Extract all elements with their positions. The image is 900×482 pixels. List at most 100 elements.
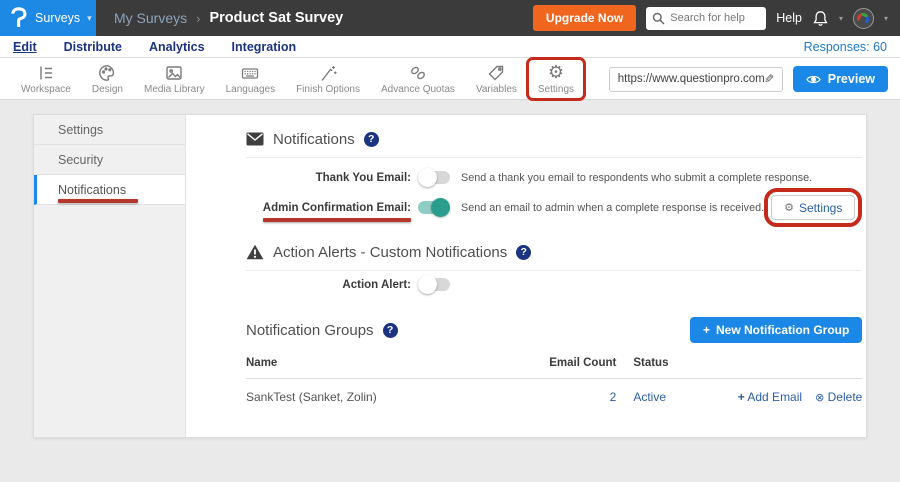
tab-edit[interactable]: Edit [13,40,37,54]
bell-chevron-down-icon[interactable]: ▾ [839,14,843,23]
survey-url-field[interactable]: https://www.questionpro.com/t/. ✎ [609,67,783,92]
responses-count[interactable]: Responses: 60 [804,40,887,54]
notification-groups-title-wrap: Notification Groups ? [246,322,398,339]
chevron-down-icon: ▾ [87,13,92,24]
plus-icon: + [738,390,745,404]
thank-you-email-row: Thank You Email: Send a thank you email … [246,171,862,184]
settings-sidebar: Settings Security Notifications [34,115,186,437]
action-alert-row: Action Alert: [246,278,862,291]
toolbar-item-settings[interactable]: ⚙ Settings [531,62,581,96]
notifications-content: Notifications ? Thank You Email: Send a … [186,115,896,437]
section-title: Notification Groups [246,322,374,339]
eye-icon [806,74,821,85]
help-link[interactable]: Help [776,11,802,25]
delete-link[interactable]: ⊗ Delete [815,390,862,404]
upgrade-now-button[interactable]: Upgrade Now [533,5,636,31]
sidebar-item-settings[interactable]: Settings [34,115,185,145]
search-icon [652,12,665,25]
settings-card: Settings Security Notifications Notifica… [33,114,867,438]
top-header: Surveys ▾ My Surveys › Product Sat Surve… [0,0,900,36]
tab-distribute[interactable]: Distribute [64,40,122,54]
workspace-icon [36,63,56,83]
surveys-menu[interactable]: Surveys ▾ [0,0,96,36]
toolbar-item-workspace[interactable]: Workspace [14,62,78,96]
settings-button-label: Settings [799,201,842,215]
header-right: Upgrade Now Help ▾ ▾ [533,5,900,31]
toolbar-item-label: Advance Quotas [381,84,455,95]
add-email-link[interactable]: + Add Email [738,390,802,404]
action-alert-toggle[interactable] [418,278,450,291]
admin-confirmation-email-row: Admin Confirmation Email: Send an email … [246,188,862,227]
avatar[interactable] [853,8,874,29]
finish-options-wand-icon [318,63,338,83]
column-header-status: Status [616,357,712,369]
admin-confirmation-email-label: Admin Confirmation Email: [246,202,411,214]
thank-you-email-label: Thank You Email: [246,172,411,184]
toolbar-item-label: Design [92,84,123,95]
toolbar-item-label: Media Library [144,84,205,95]
envelope-icon [246,132,264,146]
notification-groups-header: Notification Groups ? + New Notification… [246,317,862,343]
languages-keyboard-icon [240,63,260,83]
account-chevron-down-icon[interactable]: ▾ [884,14,888,23]
toolbar-right: https://www.questionpro.com/t/. ✎ Previe… [609,66,888,92]
breadcrumb: My Surveys › Product Sat Survey [114,10,343,26]
toolbar-item-media-library[interactable]: Media Library [137,62,212,96]
avatar-gauge-icon [857,13,869,25]
breadcrumb-separator-icon: › [196,11,200,26]
toolbar-item-advance-quotas[interactable]: Advance Quotas [374,62,462,96]
group-status-link[interactable]: Active [616,390,712,404]
search-input[interactable] [670,12,762,24]
admin-email-settings-button[interactable]: ⚙ Settings [771,195,855,220]
toolbar-item-design[interactable]: Design [85,62,130,96]
sidebar-item-label: Notifications [58,183,126,197]
notification-bell-icon[interactable] [812,10,829,27]
red-annotation-box: ⚙ Settings [764,188,862,227]
toggle-knob [418,168,437,187]
edit-url-pencil-icon[interactable]: ✎ [764,72,774,86]
toggle-knob [418,275,437,294]
tab-analytics[interactable]: Analytics [149,40,205,54]
red-annotation-underline [263,218,411,222]
notification-groups-table: Name Email Count Status SankTest (Sanket… [246,357,862,414]
tab-integration[interactable]: Integration [232,40,297,54]
toolbar-item-label: Languages [226,84,276,95]
sidebar-item-security[interactable]: Security [34,145,185,175]
design-palette-icon [97,63,117,83]
gear-icon: ⚙ [784,201,794,214]
edit-toolbar: Workspace Design Media Library Languages [0,58,900,100]
toolbar-item-languages[interactable]: Languages [219,62,283,96]
main-nav: Edit Distribute Analytics Integration Re… [0,36,900,58]
sidebar-item-label: Security [58,153,103,167]
sidebar-item-notifications[interactable]: Notifications [34,175,185,205]
section-title: Action Alerts - Custom Notifications [273,244,507,261]
help-icon[interactable]: ? [364,132,379,147]
group-name: SankTest (Sanket, Zolin) [246,390,546,404]
help-icon[interactable]: ? [516,245,531,260]
column-header-email-count: Email Count [546,357,616,369]
table-header-row: Name Email Count Status [246,357,862,379]
settings-gear-icon: ⚙ [548,63,564,83]
preview-button[interactable]: Preview [793,66,888,92]
breadcrumb-parent[interactable]: My Surveys [114,10,187,26]
action-alert-label: Action Alert: [246,279,411,291]
toolbar-item-variables[interactable]: Variables [469,62,524,96]
admin-confirmation-email-toggle[interactable] [418,201,450,214]
help-icon[interactable]: ? [383,323,398,338]
delete-circle-x-icon: ⊗ [815,391,824,404]
group-email-count-link[interactable]: 2 [546,390,616,404]
toolbar-item-label: Workspace [21,84,71,95]
toolbar-item-finish-options[interactable]: Finish Options [289,62,367,96]
new-notification-group-button[interactable]: + New Notification Group [690,317,862,343]
column-header-actions [712,357,862,369]
admin-confirmation-email-description: Send an email to admin when a complete r… [461,202,764,214]
table-row: SankTest (Sanket, Zolin) 2 Active + Add … [246,379,862,414]
questionpro-logo-icon [10,6,28,30]
divider [246,270,862,271]
group-actions: + Add Email ⊗ Delete [712,390,862,404]
thank-you-email-toggle[interactable] [418,171,450,184]
new-group-button-label: New Notification Group [716,323,849,337]
action-alerts-section-header: Action Alerts - Custom Notifications ? [246,242,862,262]
page-title: Product Sat Survey [209,10,343,26]
help-search-box[interactable] [646,7,766,30]
